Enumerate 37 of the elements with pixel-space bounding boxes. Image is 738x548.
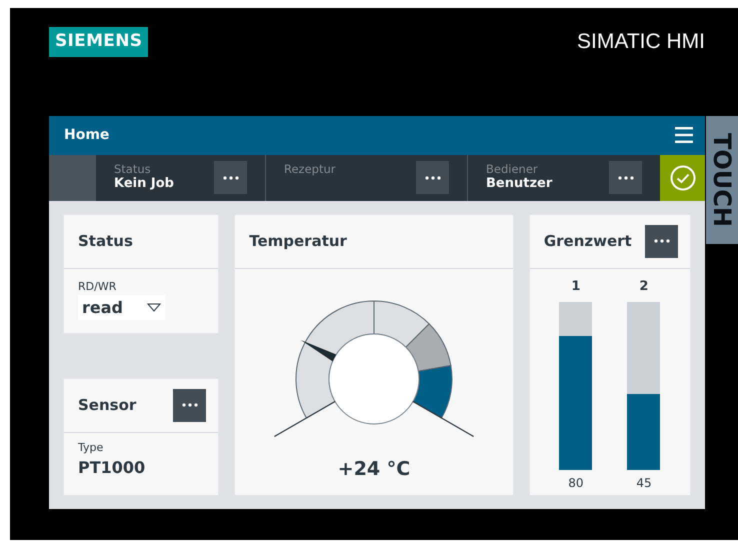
more-icon xyxy=(424,176,440,180)
bar-reading: 80 xyxy=(568,475,584,492)
status-indicator[interactable] xyxy=(660,154,705,200)
menu-icon[interactable] xyxy=(675,127,693,143)
more-icon xyxy=(222,176,238,180)
card-title: Grenzwert xyxy=(544,230,632,252)
card-title: Sensor xyxy=(78,394,136,416)
status-bar-block xyxy=(49,154,95,200)
card-title: Temperatur xyxy=(249,230,347,252)
check-icon xyxy=(670,164,696,190)
field-label: RD/WR xyxy=(78,278,118,294)
product-name: SIMATIC HMI xyxy=(577,29,705,55)
siemens-logo: SIEMENS xyxy=(49,27,148,56)
card-title: Status xyxy=(78,230,133,252)
field-label: Status xyxy=(114,162,152,176)
more-button[interactable] xyxy=(173,388,206,422)
sticker-text: TOUCH xyxy=(710,132,734,226)
more-icon xyxy=(182,403,198,407)
more-button[interactable] xyxy=(609,161,642,194)
bar-label: 1 xyxy=(571,278,580,296)
more-button[interactable] xyxy=(645,224,678,258)
field-value: PT1000 xyxy=(78,457,146,479)
field-value: Benutzer xyxy=(486,176,552,194)
dropdown[interactable]: read xyxy=(78,295,165,320)
field-value: Kein Job xyxy=(114,176,174,194)
field-label: Bediener xyxy=(486,162,539,176)
bar-reading: 45 xyxy=(636,475,652,492)
bar-label: 2 xyxy=(639,278,648,296)
caret-icon xyxy=(147,303,161,312)
temperature-reading: +24 °C xyxy=(338,456,410,482)
field-label: Type xyxy=(78,440,104,456)
more-icon xyxy=(654,239,670,243)
field-label: Rezeptur xyxy=(284,162,336,176)
screen-title: Home xyxy=(64,126,110,144)
more-button[interactable] xyxy=(416,161,449,194)
more-button[interactable] xyxy=(214,161,247,194)
more-icon xyxy=(618,176,634,180)
